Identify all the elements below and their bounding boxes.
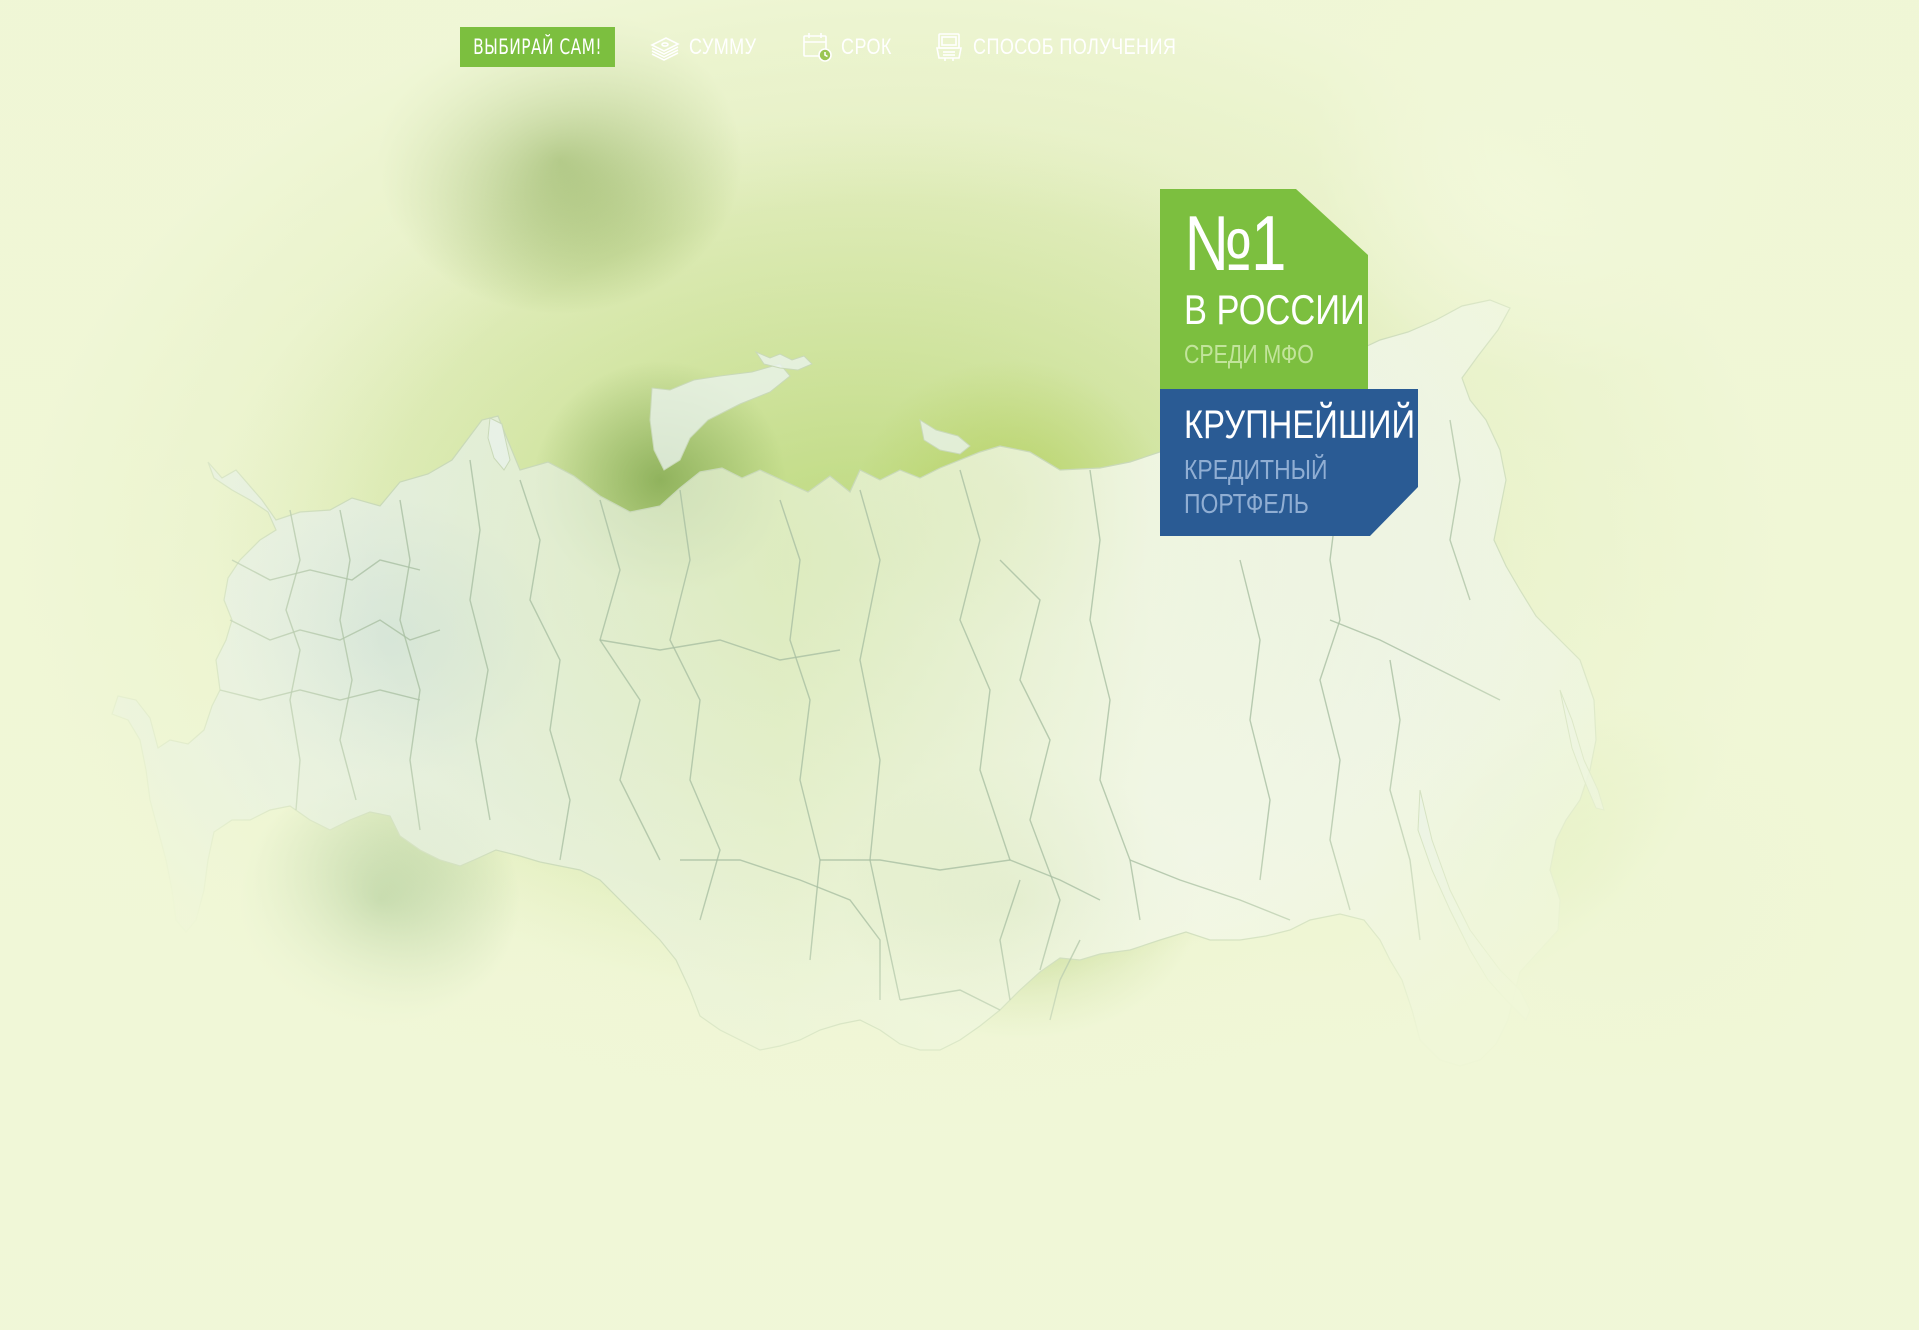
badge-country: В РОССИИ bbox=[1184, 286, 1365, 333]
nav-item-method-label: СПОСОБ ПОЛУЧЕНИЯ bbox=[973, 34, 1177, 59]
nav-item-amount-label: СУММУ bbox=[689, 34, 757, 59]
badge-number-one: №1 В РОССИИ СРЕДИ МФО bbox=[1160, 189, 1368, 389]
nav-item-term[interactable]: СРОК bbox=[801, 31, 903, 63]
badge-largest: КРУПНЕЙШИЙ bbox=[1184, 403, 1416, 447]
top-navigation: ВЫБИРАЙ САМ! СУММУ СРОК СПОСОБ ПОЛУЧЕНИЯ bbox=[460, 27, 1221, 67]
ranking-badge: №1 В РОССИИ СРЕДИ МФО КРУПНЕЙШИЙ КРЕДИТН… bbox=[1160, 189, 1418, 536]
vignette-overlay bbox=[0, 0, 1919, 1330]
badge-portfolio: ПОРТФЕЛЬ bbox=[1184, 488, 1309, 519]
nav-item-method[interactable]: СПОСОБ ПОЛУЧЕНИЯ bbox=[933, 31, 1221, 63]
calendar-clock-icon bbox=[803, 33, 833, 62]
badge-among-mfo: СРЕДИ МФО bbox=[1184, 339, 1314, 369]
payment-terminal-icon bbox=[936, 33, 963, 61]
nav-item-term-label: СРОК bbox=[841, 34, 893, 59]
money-stack-icon bbox=[650, 37, 680, 61]
nav-item-amount[interactable]: СУММУ bbox=[649, 31, 771, 63]
badge-largest-portfolio: КРУПНЕЙШИЙ КРЕДИТНЫЙ ПОРТФЕЛЬ bbox=[1160, 389, 1418, 536]
choose-yourself-button[interactable]: ВЫБИРАЙ САМ! bbox=[460, 27, 616, 67]
badge-number: №1 bbox=[1184, 199, 1287, 287]
badge-credit: КРЕДИТНЫЙ bbox=[1184, 454, 1328, 485]
